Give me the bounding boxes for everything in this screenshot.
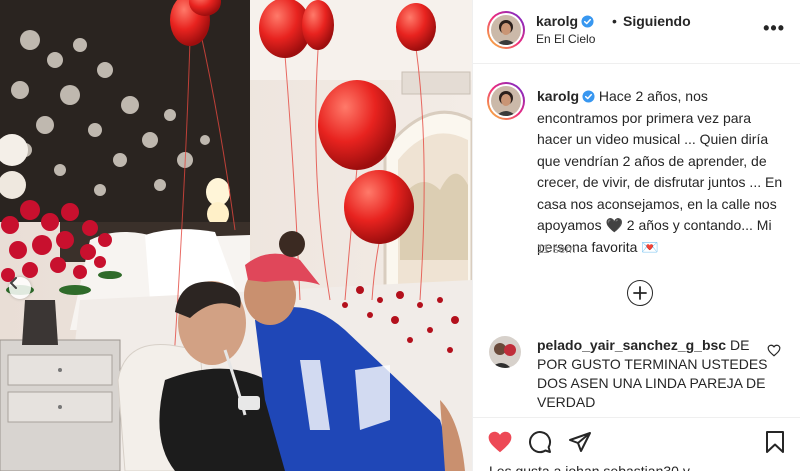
- bookmark-icon[interactable]: [764, 430, 786, 454]
- caption-username[interactable]: karolg: [537, 88, 579, 104]
- caption-text: Hace 2 años, nos encontramos por primera…: [537, 88, 783, 255]
- author-username[interactable]: karolg: [536, 13, 594, 29]
- caption-author-avatar[interactable]: [487, 82, 525, 120]
- commenter-avatar-image: [489, 336, 521, 368]
- heart-outline-icon[interactable]: [767, 344, 781, 357]
- author-avatar-image: [491, 15, 521, 45]
- paper-plane-icon[interactable]: [568, 430, 592, 454]
- caption-avatar-image: [491, 86, 521, 116]
- heart-filled-icon[interactable]: [487, 430, 513, 454]
- chevron-left-icon: [10, 277, 17, 289]
- verified-badge-icon: [581, 15, 594, 28]
- carousel-prev-button[interactable]: [9, 277, 31, 299]
- likes-summary[interactable]: Les gusta a johan.sebastian30 y: [489, 463, 690, 471]
- more-options-button[interactable]: •••: [763, 18, 785, 39]
- comment-body: pelado_yair_sanchez_g_bsc DE POR GUSTO T…: [537, 336, 773, 412]
- comment-bubble-icon[interactable]: [528, 430, 552, 454]
- author-avatar[interactable]: [487, 11, 525, 49]
- plus-circle-icon: [633, 286, 647, 300]
- header-separator: •: [612, 13, 617, 29]
- verified-badge-icon: [582, 90, 595, 103]
- post-photo[interactable]: [0, 0, 472, 471]
- post-header: karolg • Siguiendo En El Cielo •••: [473, 0, 800, 64]
- load-more-comments-button[interactable]: [627, 280, 653, 306]
- post-sidebar: karolg • Siguiendo En El Cielo ••• karol…: [472, 0, 800, 471]
- caption-body: karolg Hace 2 años, nos encontramos por …: [537, 86, 787, 258]
- post-timestamp[interactable]: 11 sem: [537, 242, 575, 256]
- follow-status-button[interactable]: Siguiendo: [623, 13, 691, 29]
- commenter-username[interactable]: pelado_yair_sanchez_g_bsc: [537, 337, 726, 353]
- post-location[interactable]: En El Cielo: [536, 32, 595, 46]
- post-image: [0, 0, 472, 471]
- commenter-avatar[interactable]: [489, 336, 521, 368]
